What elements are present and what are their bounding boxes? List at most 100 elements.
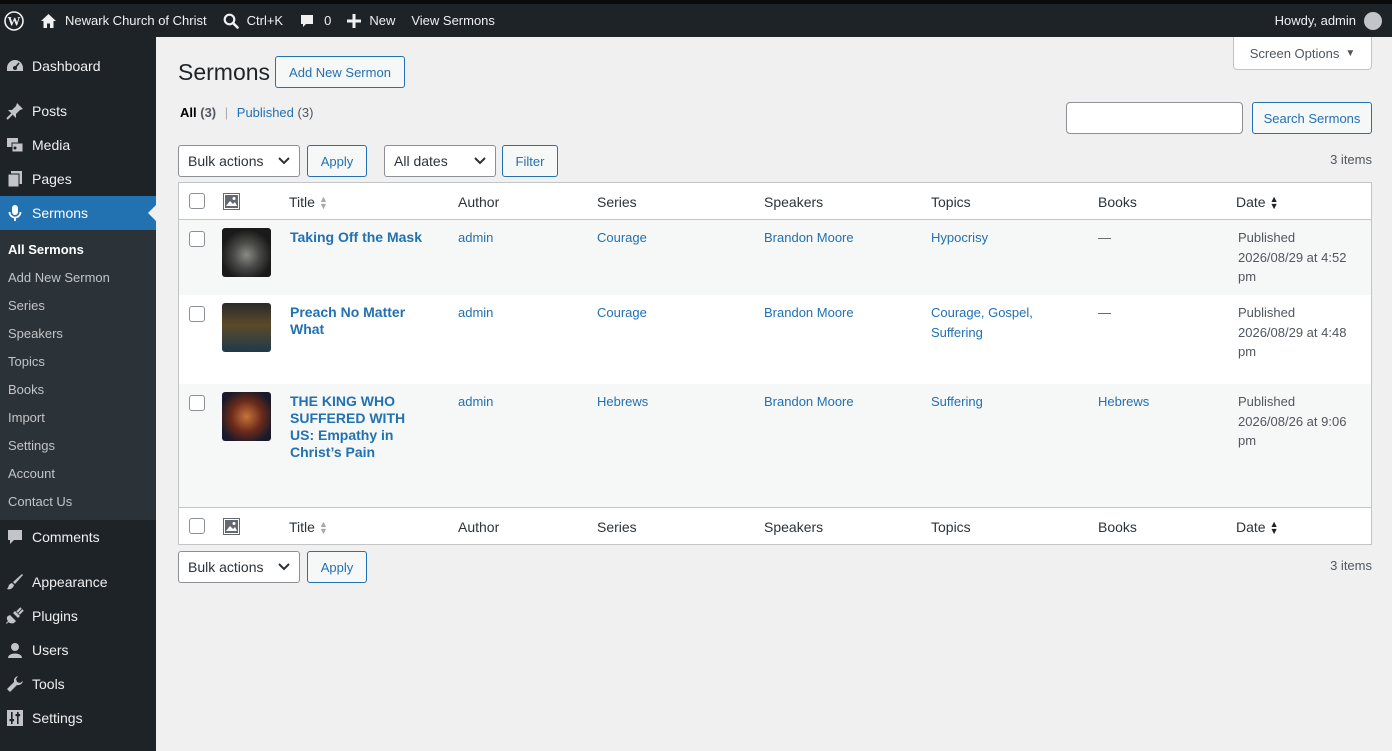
command-search-link[interactable]: Ctrl+K	[215, 4, 291, 37]
menu-plugins[interactable]: Plugins	[0, 599, 156, 633]
submenu-speakers[interactable]: Speakers	[0, 320, 156, 348]
sermon-thumbnail[interactable]	[222, 228, 271, 277]
sermon-title-link[interactable]: Preach No Matter What	[290, 304, 430, 338]
select-all-checkbox[interactable]	[189, 193, 205, 209]
dashboard-icon	[4, 56, 26, 76]
dates-value: All dates	[394, 153, 448, 169]
site-name-link[interactable]: Newark Church of Christ	[32, 4, 215, 37]
add-new-sermon-button[interactable]: Add New Sermon	[275, 56, 405, 88]
sort-icon: ▲ ▼	[1269, 194, 1279, 212]
chevron-down-icon	[278, 157, 290, 165]
row-checkbox[interactable]	[189, 306, 205, 322]
column-title-sort-footer[interactable]: Title ▲ ▼	[289, 519, 328, 536]
sermon-title-link[interactable]: THE KING WHO SUFFERED WITH US: Empathy i…	[290, 393, 430, 461]
comments-link[interactable]: 0	[291, 4, 339, 37]
submenu-topics[interactable]: Topics	[0, 348, 156, 376]
menu-media[interactable]: Media	[0, 128, 156, 162]
apply-button-top[interactable]: Apply	[307, 145, 367, 177]
bulk-actions-value: Bulk actions	[188, 153, 264, 169]
microphone-icon	[4, 203, 26, 223]
books-link[interactable]: Hebrews	[1098, 392, 1149, 412]
caret-down-icon: ▼	[1345, 47, 1356, 59]
search-icon	[223, 13, 239, 29]
column-date-sort[interactable]: Date ▲ ▼	[1236, 194, 1279, 212]
date-cell: Published 2026/08/29 at 4:48 pm	[1238, 303, 1358, 362]
submenu-settings[interactable]: Settings	[0, 432, 156, 460]
sermon-title-link[interactable]: Taking Off the Mask	[290, 229, 430, 246]
sermons-table: Title ▲ ▼ Author Series Speakers Topics Bo…	[178, 182, 1372, 545]
column-date-sort-footer[interactable]: Date ▲ ▼	[1236, 519, 1279, 536]
menu-comments[interactable]: Comments	[0, 520, 156, 554]
status-filters: All (3) | Published (3)	[180, 105, 313, 120]
column-speakers-footer: Speakers	[764, 519, 824, 535]
date-value: 2026/08/26 at 9:06 pm	[1238, 413, 1347, 449]
view-sermons-link[interactable]: View Sermons	[403, 4, 503, 37]
search-input[interactable]	[1066, 102, 1243, 134]
date-status: Published	[1238, 305, 1296, 320]
speaker-link[interactable]: Brandon Moore	[764, 228, 854, 248]
submenu-books[interactable]: Books	[0, 376, 156, 404]
menu-sermons[interactable]: Sermons	[0, 196, 156, 230]
menu-media-label: Media	[32, 137, 71, 153]
row-checkbox[interactable]	[189, 395, 205, 411]
submenu-series[interactable]: Series	[0, 292, 156, 320]
submenu-account[interactable]: Account	[0, 460, 156, 488]
sermon-thumbnail[interactable]	[222, 392, 271, 441]
menu-plugins-label: Plugins	[32, 608, 78, 624]
menu-pages[interactable]: Pages	[0, 162, 156, 196]
column-topics-footer: Topics	[931, 519, 971, 535]
comment-icon	[4, 527, 26, 547]
series-link[interactable]: Courage	[597, 228, 647, 248]
sermon-thumbnail[interactable]	[222, 303, 271, 352]
plugin-icon	[4, 606, 26, 626]
search-shortcut: Ctrl+K	[246, 13, 284, 28]
menu-users[interactable]: Users	[0, 633, 156, 667]
topics-link[interactable]: Hypocrisy	[931, 228, 988, 248]
filter-published-count: (3)	[297, 105, 314, 120]
submenu-all-sermons[interactable]: All Sermons	[0, 236, 156, 264]
topics-link[interactable]: Courage, Gospel, Suffering	[931, 303, 1041, 342]
series-link[interactable]: Hebrews	[597, 392, 648, 412]
menu-pages-label: Pages	[32, 171, 72, 187]
books-value: —	[1098, 230, 1111, 245]
speaker-link[interactable]: Brandon Moore	[764, 303, 854, 323]
select-all-checkbox-footer[interactable]	[189, 518, 205, 534]
filter-published-link[interactable]: Published (3)	[237, 105, 314, 120]
new-content-link[interactable]: New	[339, 4, 403, 37]
speaker-link[interactable]: Brandon Moore	[764, 392, 854, 412]
author-link[interactable]: admin	[458, 392, 493, 412]
plus-icon	[347, 13, 362, 28]
menu-settings[interactable]: Settings	[0, 701, 156, 735]
apply-button-bottom[interactable]: Apply	[307, 551, 367, 583]
wordpress-logo-icon[interactable]: W	[0, 4, 32, 37]
bulk-actions-select-bottom[interactable]: Bulk actions	[178, 551, 300, 583]
submenu-import[interactable]: Import	[0, 404, 156, 432]
filter-separator: |	[224, 105, 229, 120]
submenu-contact-us[interactable]: Contact Us	[0, 488, 156, 516]
menu-posts[interactable]: Posts	[0, 94, 156, 128]
screen-options-button[interactable]: Screen Options ▼	[1233, 37, 1372, 70]
series-link[interactable]: Courage	[597, 303, 647, 323]
topics-link[interactable]: Suffering	[931, 392, 983, 412]
dates-select[interactable]: All dates	[384, 145, 496, 177]
column-title-label: Title	[289, 194, 315, 210]
row-checkbox[interactable]	[189, 231, 205, 247]
filter-all-link[interactable]: All (3)	[180, 105, 216, 120]
column-title-sort[interactable]: Title ▲ ▼	[289, 194, 328, 211]
menu-dashboard[interactable]: Dashboard	[0, 49, 156, 83]
menu-appearance-label: Appearance	[32, 574, 108, 590]
search-sermons-button[interactable]: Search Sermons	[1252, 102, 1372, 134]
bulk-actions-select[interactable]: Bulk actions	[178, 145, 300, 177]
chevron-down-icon	[278, 563, 290, 571]
author-link[interactable]: admin	[458, 228, 493, 248]
filter-button[interactable]: Filter	[502, 145, 558, 177]
filter-published-label: Published	[236, 105, 294, 120]
sermons-submenu: All Sermons Add New Sermon Series Speake…	[0, 230, 156, 520]
avatar	[1364, 11, 1382, 30]
menu-tools[interactable]: Tools	[0, 667, 156, 701]
menu-appearance[interactable]: Appearance	[0, 565, 156, 599]
wrench-icon	[4, 674, 26, 694]
submenu-add-new-sermon[interactable]: Add New Sermon	[0, 264, 156, 292]
author-link[interactable]: admin	[458, 303, 493, 323]
my-account-link[interactable]: Howdy, admin	[1267, 4, 1392, 37]
